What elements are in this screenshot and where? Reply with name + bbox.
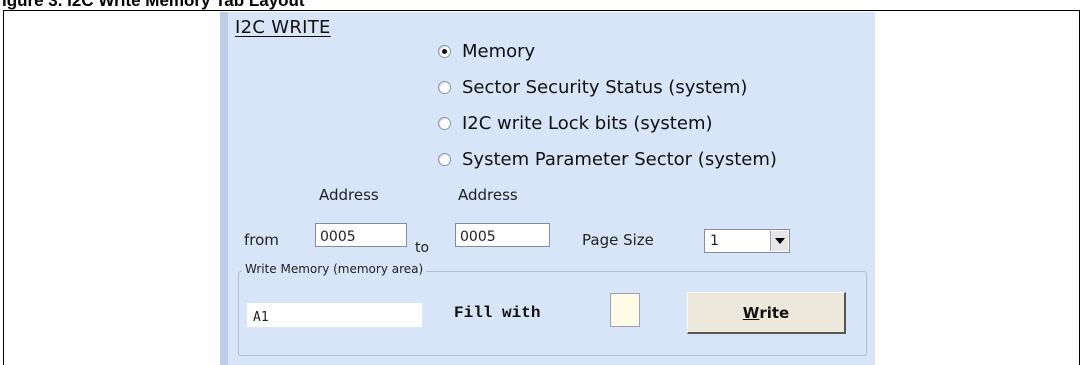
from-address-input[interactable] (315, 223, 407, 247)
radio-i2c-write-lock-bits[interactable]: I2C write Lock bits (system) (438, 108, 713, 138)
radio-button-system-parameter-sector[interactable] (438, 152, 451, 166)
radio-button-sector-security-status[interactable] (438, 80, 451, 94)
panel-title: I2C WRITE (235, 17, 331, 38)
chevron-down-icon[interactable] (770, 231, 788, 251)
write-button-label: rite (759, 303, 790, 322)
radio-label-memory: Memory (462, 40, 536, 62)
to-address-input[interactable] (455, 223, 550, 247)
page-size-select[interactable]: 1 (704, 229, 790, 253)
write-button[interactable]: Write (687, 292, 846, 334)
fill-with-input[interactable] (610, 293, 640, 327)
page: igure 3. I2C Write Memory Tab Layout I2C… (0, 0, 1084, 365)
radio-label-i2c-write-lock-bits: I2C write Lock bits (system) (462, 112, 713, 134)
i2c-write-panel: I2C WRITE Memory Sector Security Status … (220, 12, 875, 365)
fill-with-label: Fill with (454, 304, 541, 322)
radio-button-memory[interactable] (438, 44, 451, 58)
radio-sector-security-status[interactable]: Sector Security Status (system) (438, 72, 747, 102)
radio-button-i2c-write-lock-bits[interactable] (438, 116, 451, 130)
radio-system-parameter-sector[interactable]: System Parameter Sector (system) (438, 144, 777, 174)
radio-memory[interactable]: Memory (438, 36, 535, 66)
write-memory-group-title: Write Memory (memory area) (242, 262, 427, 276)
page-size-label: Page Size (582, 231, 654, 249)
write-button-mnemonic: W (742, 303, 760, 322)
from-label: from (244, 231, 279, 249)
write-data-input[interactable] (247, 303, 422, 327)
from-address-label: Address (319, 186, 379, 204)
to-address-label: Address (458, 186, 518, 204)
radio-label-sector-security-status: Sector Security Status (system) (462, 76, 748, 98)
radio-label-system-parameter-sector: System Parameter Sector (system) (462, 148, 777, 170)
page-size-value: 1 (710, 233, 719, 249)
to-label: to (415, 240, 430, 256)
